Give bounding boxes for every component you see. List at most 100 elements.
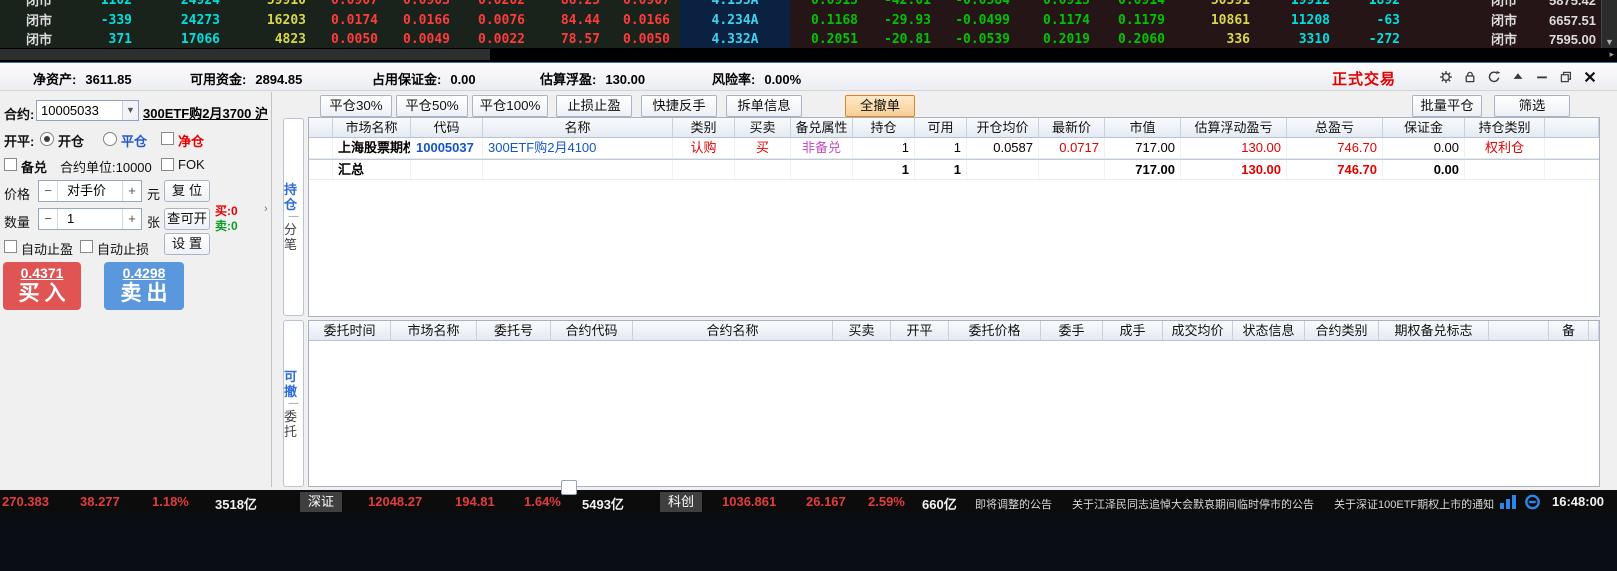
qty-increment-button[interactable]: + (122, 209, 141, 229)
orders-column-header[interactable]: 委手 (1041, 321, 1103, 341)
tab-kechuang[interactable]: 科创 (660, 492, 703, 512)
covered-label[interactable]: 备兑 (21, 157, 47, 176)
positions-column-header[interactable]: 最新价 (1039, 118, 1105, 138)
settings-button[interactable]: 设 置 (164, 233, 210, 255)
announcement-link[interactable]: 即将调整的公告 (975, 496, 1052, 512)
market-quote-row[interactable]: 闭市 1102 24924 59910 0.0907 0.0903 0.0202 86.25 0… (0, 0, 1601, 10)
filter-button[interactable]: 筛选 (1494, 95, 1570, 117)
tab-orders[interactable]: 委托 (284, 409, 303, 439)
restore-button[interactable] (1558, 69, 1573, 84)
net-position-checkbox[interactable] (161, 132, 174, 145)
orders-column-header[interactable]: 委托价格 (949, 321, 1041, 341)
close-100-button[interactable]: 平仓100% (472, 95, 548, 117)
scroll-down-icon[interactable]: ▼ (1605, 37, 1614, 47)
quantity-stepper[interactable]: − 1 + (38, 208, 142, 230)
orders-column-header[interactable]: 成手 (1103, 321, 1163, 341)
split-order-info-button[interactable]: 拆单信息 (726, 95, 802, 117)
orders-column-header[interactable]: 市场名称 (391, 321, 477, 341)
collapse-panel-arrow[interactable]: › (264, 203, 268, 215)
positions-column-header[interactable]: 开仓均价 (967, 118, 1039, 138)
positions-column-header[interactable]: 估算浮动盈亏 (1181, 118, 1287, 138)
contract-name-link[interactable]: 300ETF购2月3700 沪 (143, 103, 268, 122)
price-stepper[interactable]: − 对手价 + (38, 180, 142, 202)
announcement-link[interactable]: 关于江泽民同志追悼大会默哀期间临时停市的公告 (1072, 496, 1314, 512)
positions-column-header[interactable]: 备兑属性 (791, 118, 853, 138)
positions-column-header[interactable]: 名称 (483, 118, 673, 138)
orders-column-header[interactable]: 买卖 (833, 321, 891, 341)
tab-shenzhen[interactable]: 深证 (300, 492, 343, 512)
chevron-down-icon[interactable]: ▼ (122, 101, 138, 120)
cancel-all-button[interactable]: 全撤单 (845, 95, 915, 117)
positions-summary-row[interactable]: 汇总 1 1 717.00 130.00 746.70 0.00 (309, 159, 1599, 180)
orders-column-header[interactable]: 状态信息 (1233, 321, 1305, 341)
positions-column-header[interactable] (309, 118, 333, 138)
net-position-label[interactable]: 净仓 (178, 131, 204, 150)
market-quote-row[interactable]: 闭市 -339 24273 16203 0.0174 0.0166 0.0076 84.44 0… (0, 12, 1601, 30)
close-button[interactable] (1582, 69, 1597, 84)
auto-stop-loss-label[interactable]: 自动止损 (97, 239, 149, 258)
orders-column-header[interactable]: 成交均价 (1163, 321, 1233, 341)
stop-loss-take-profit-button[interactable]: 止损止盈 (556, 95, 632, 117)
horizontal-scrollbar-thumb[interactable] (561, 480, 577, 495)
orders-column-header[interactable]: 开平 (891, 321, 949, 341)
close-30-button[interactable]: 平仓30% (320, 95, 392, 117)
orders-column-header[interactable] (1489, 321, 1549, 341)
orders-column-header[interactable]: 备 (1549, 321, 1589, 341)
quick-reverse-button[interactable]: 快捷反手 (641, 95, 717, 117)
positions-column-header[interactable]: 市场名称 (333, 118, 411, 138)
close-50-button[interactable]: 平仓50% (396, 95, 468, 117)
reset-button[interactable]: 复 位 (164, 180, 210, 202)
market-scrollbar[interactable]: ▼ (1601, 0, 1617, 48)
minimize-button[interactable] (1534, 69, 1549, 84)
signal-bars-icon[interactable] (1500, 494, 1517, 512)
orders-column-header[interactable]: 委托时间 (309, 321, 391, 341)
sell-button[interactable]: 0.4298 卖出 (104, 262, 184, 310)
qty-value[interactable]: 1 (58, 209, 122, 229)
positions-column-header[interactable]: 市值 (1105, 118, 1181, 138)
positions-column-header[interactable]: 类别 (673, 118, 735, 138)
positions-row[interactable]: 上海股票期权 10005037 300ETF购2月4100 认购买非备兑 1 1 0.058… (309, 138, 1599, 159)
tab-cancellable[interactable]: 可撤 (284, 369, 303, 399)
market-quote-row[interactable]: 闭市 371 17066 4823 0.0050 0.0049 0.0022 78.57 0.0… (0, 31, 1601, 48)
positions-column-header[interactable]: 代码 (411, 118, 483, 138)
auto-take-profit-label[interactable]: 自动止盈 (21, 239, 73, 258)
close-radio-label[interactable]: 平仓 (121, 131, 147, 150)
buy-button[interactable]: 0.4371 买入 (3, 262, 81, 310)
covered-checkbox[interactable] (4, 158, 17, 171)
close-radio[interactable] (103, 132, 117, 146)
eject-icon[interactable] (1510, 69, 1525, 84)
positions-column-header[interactable]: 持仓 (853, 118, 915, 138)
orders-column-header[interactable]: 合约代码 (551, 321, 633, 341)
scroll-right-icon[interactable]: ▸ (1609, 49, 1614, 60)
positions-column-header[interactable]: 持仓类别 (1465, 118, 1545, 138)
positions-column-header[interactable]: 买卖 (735, 118, 791, 138)
fok-label[interactable]: FOK (178, 157, 205, 172)
price-value[interactable]: 对手价 (58, 181, 122, 201)
orders-column-header[interactable]: 委托号 (477, 321, 551, 341)
fok-checkbox[interactable] (161, 158, 174, 171)
lock-icon[interactable] (1462, 69, 1477, 84)
price-decrement-button[interactable]: − (39, 181, 58, 201)
open-radio[interactable] (40, 132, 54, 146)
contract-code-select[interactable]: 10005033 ▼ (36, 100, 139, 121)
qty-decrement-button[interactable]: − (39, 209, 58, 229)
connection-link-icon[interactable] (1524, 494, 1541, 513)
positions-column-header[interactable]: 可用 (915, 118, 967, 138)
check-openable-button[interactable]: 查可开 (164, 208, 210, 230)
orders-column-header[interactable]: 合约类别 (1305, 321, 1379, 341)
positions-column-header[interactable]: 保证金 (1383, 118, 1465, 138)
auto-stop-loss-checkbox[interactable] (80, 240, 93, 253)
orders-column-header[interactable]: 期权备兑标志 (1379, 321, 1489, 341)
positions-column-header[interactable]: 总盈亏 (1287, 118, 1383, 138)
index3-pct: 2.59% (868, 494, 905, 509)
announcement-link[interactable]: 关于深证100ETF期权上市的通知 (1334, 496, 1494, 512)
refresh-icon[interactable] (1486, 69, 1501, 84)
auto-take-profit-checkbox[interactable] (4, 240, 17, 253)
tab-tick-detail[interactable]: 分笔 (284, 222, 303, 252)
orders-column-header[interactable]: 合约名称 (633, 321, 833, 341)
price-increment-button[interactable]: + (122, 181, 141, 201)
open-radio-label[interactable]: 开仓 (58, 131, 84, 150)
settings-gear-icon[interactable] (1438, 69, 1453, 84)
batch-close-button[interactable]: 批量平仓 (1412, 95, 1482, 117)
tab-positions[interactable]: 持仓 (284, 182, 303, 212)
